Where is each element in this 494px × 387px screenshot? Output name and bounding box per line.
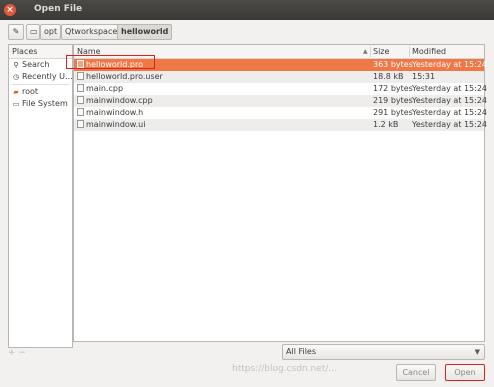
open-button[interactable]: Open — [445, 364, 485, 381]
file-modified: Yesterday at 15:24 — [412, 84, 488, 93]
file-size: 219 bytes — [373, 96, 413, 105]
table-row[interactable]: helloworld.pro.user 18.8 kB 15:31 — [74, 71, 484, 83]
sidebar-item-label: Search — [22, 60, 50, 69]
chevron-down-icon: ▼ — [474, 348, 480, 356]
open-file-dialog: × Open File ✎ ▭ opt Qtworkspace hellowor… — [0, 0, 494, 387]
file-list: Name ▲ Size Modified helloworld.pro 363 … — [73, 44, 488, 342]
edit-location-button[interactable]: ✎ — [8, 24, 24, 40]
column-divider — [370, 46, 371, 57]
file-modified: 15:31 — [412, 72, 436, 81]
file-name: mainwindow.cpp — [86, 96, 153, 105]
file-icon — [77, 84, 84, 92]
file-type-filter[interactable]: All Files ▼ — [282, 344, 485, 360]
drive-icon: ▭ — [30, 27, 38, 36]
home-folder-icon: ▰ — [13, 88, 19, 96]
close-icon[interactable]: × — [4, 4, 16, 16]
filter-value: All Files — [286, 347, 317, 356]
column-header-modified[interactable]: Modified — [412, 45, 446, 58]
window-title: Open File — [34, 4, 83, 14]
path-segment-helloworld[interactable]: helloworld — [117, 24, 173, 40]
file-size: 1.2 kB — [373, 120, 399, 129]
sidebar-item-root[interactable]: ▰ root — [9, 86, 72, 98]
file-modified: Yesterday at 15:24 — [412, 120, 488, 129]
search-icon: ⚲ — [13, 61, 19, 69]
file-size: 363 bytes — [373, 60, 413, 69]
path-segment-opt[interactable]: opt — [40, 24, 62, 40]
table-row[interactable]: mainwindow.h 291 bytes Yesterday at 15:2… — [74, 107, 488, 119]
title-bar: × Open File — [0, 0, 494, 20]
path-root-button[interactable]: ▭ — [26, 24, 40, 40]
sort-arrow-icon: ▲ — [363, 48, 368, 55]
places-add-remove[interactable]: + − — [8, 348, 26, 358]
watermark: https://blog.csdn.net/... — [232, 364, 337, 374]
file-size: 172 bytes — [373, 84, 413, 93]
highlight-box — [66, 55, 155, 69]
file-icon — [77, 120, 84, 128]
places-header: Places — [9, 45, 72, 59]
file-name: mainwindow.ui — [86, 120, 146, 129]
file-size: 18.8 kB — [373, 72, 404, 81]
file-icon — [77, 108, 84, 116]
file-modified: Yesterday at 15:24 — [412, 96, 488, 105]
file-icon — [77, 72, 84, 80]
places-sidebar: Places ⚲ Search ◷ Recently U... ▰ root ▭ Fil… — [8, 44, 73, 348]
file-size: 291 bytes — [373, 108, 413, 117]
cancel-button[interactable]: Cancel — [396, 364, 436, 381]
pencil-icon: ✎ — [12, 27, 20, 36]
drive-icon: ▭ — [12, 100, 20, 108]
sidebar-item-label: File System — [22, 99, 68, 108]
file-icon — [77, 96, 84, 104]
table-row[interactable]: mainwindow.cpp 219 bytes Yesterday at 15… — [74, 95, 488, 107]
sidebar-item-search[interactable]: ⚲ Search — [9, 59, 72, 71]
sidebar-item-label: Recently U... — [22, 72, 72, 81]
table-row[interactable]: main.cpp 172 bytes Yesterday at 15:24 — [74, 83, 488, 95]
file-modified: Yesterday at 15:24 — [412, 108, 488, 117]
file-name: main.cpp — [86, 84, 124, 93]
clock-icon: ◷ — [12, 73, 20, 81]
file-modified: Yesterday at 15:24 — [412, 60, 488, 69]
column-divider — [409, 46, 410, 57]
table-row[interactable]: mainwindow.ui 1.2 kB Yesterday at 15:24 — [74, 119, 488, 131]
column-header-size[interactable]: Size — [373, 45, 389, 58]
sidebar-item-file-system[interactable]: ▭ File System — [9, 98, 72, 110]
file-name: mainwindow.h — [86, 108, 144, 117]
path-segment-qtworkspace[interactable]: Qtworkspace — [61, 24, 122, 40]
places-divider — [12, 84, 69, 85]
sidebar-item-label: root — [22, 87, 39, 96]
sidebar-item-recently-used[interactable]: ◷ Recently U... — [9, 71, 72, 83]
file-name: helloworld.pro.user — [86, 72, 163, 81]
